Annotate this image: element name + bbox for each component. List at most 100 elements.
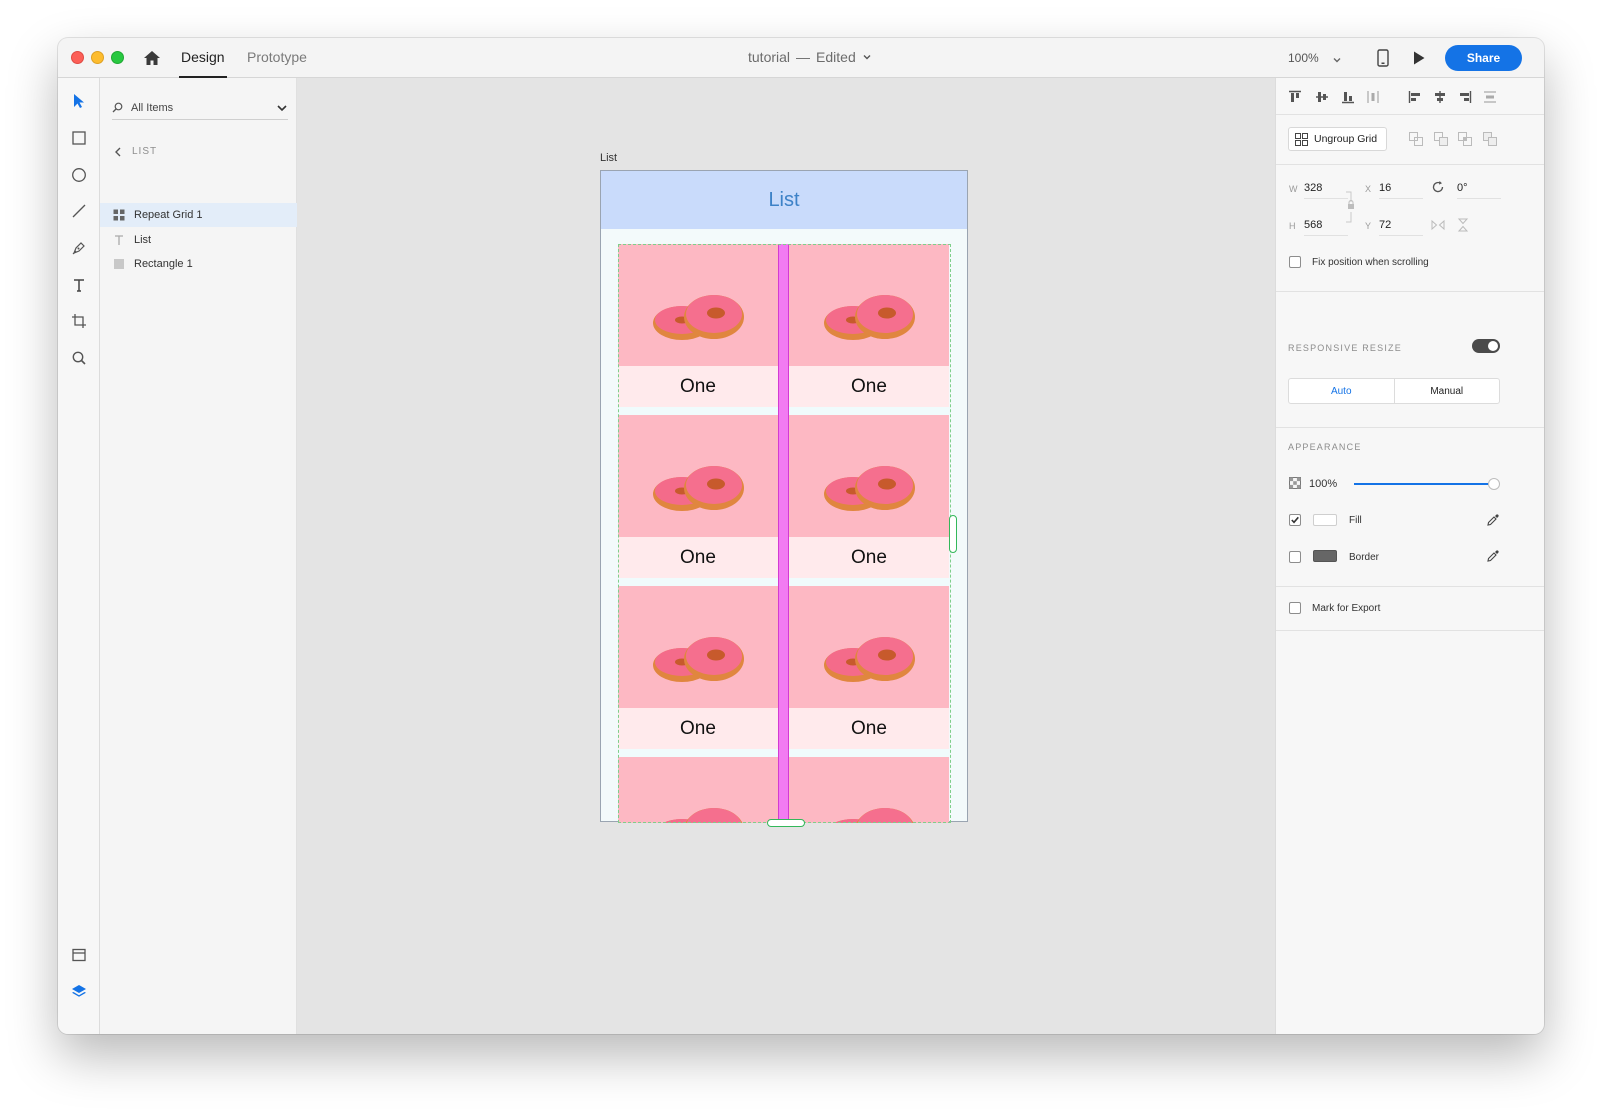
grid-cell[interactable]: One bbox=[618, 586, 778, 749]
align-bottom-icon[interactable] bbox=[1341, 90, 1355, 104]
repeat-grid[interactable]: One One One One One One bbox=[618, 244, 951, 823]
layers-search-field[interactable]: All Items bbox=[112, 96, 288, 120]
divider bbox=[1276, 291, 1544, 292]
align-middle-icon[interactable] bbox=[1315, 90, 1329, 104]
align-right-icon[interactable] bbox=[1458, 90, 1472, 104]
donut-image bbox=[618, 757, 778, 823]
search-icon bbox=[112, 102, 123, 113]
boolean-add-icon[interactable] bbox=[1408, 131, 1424, 147]
document-title[interactable]: tutorial — Edited bbox=[748, 49, 872, 65]
artboard[interactable]: List One One One One One One bbox=[600, 170, 968, 827]
opacity-slider-knob[interactable] bbox=[1488, 478, 1500, 490]
layers-icon[interactable] bbox=[68, 980, 90, 1002]
align-center-icon[interactable] bbox=[1433, 90, 1447, 104]
zoom-window-button[interactable] bbox=[111, 51, 124, 64]
y-label: Y bbox=[1365, 221, 1372, 231]
text-icon bbox=[113, 234, 125, 246]
tab-prototype[interactable]: Prototype bbox=[247, 49, 307, 65]
ungroup-grid-button[interactable]: Ungroup Grid bbox=[1288, 127, 1387, 151]
line-tool-icon[interactable] bbox=[68, 200, 90, 222]
cell-caption: One bbox=[789, 366, 949, 407]
cell-caption: One bbox=[618, 366, 778, 407]
distribute-horizontal-icon[interactable] bbox=[1366, 90, 1380, 104]
align-left-icon[interactable] bbox=[1408, 90, 1422, 104]
column-gap-guide[interactable] bbox=[778, 244, 789, 823]
layer-item-label: Rectangle 1 bbox=[134, 258, 193, 270]
rotation-field[interactable]: 0° bbox=[1457, 182, 1501, 199]
fill-checkbox[interactable] bbox=[1289, 514, 1301, 526]
ellipse-tool-icon[interactable] bbox=[68, 164, 90, 186]
header-title[interactable]: List bbox=[768, 189, 799, 212]
opacity-icon bbox=[1289, 477, 1301, 489]
grid-cell[interactable]: One bbox=[789, 415, 949, 578]
layer-item-list[interactable]: List bbox=[100, 228, 297, 252]
grid-cell[interactable] bbox=[618, 757, 778, 823]
grid-cell[interactable]: One bbox=[789, 244, 949, 407]
donut-image bbox=[789, 244, 949, 366]
chevron-down-icon[interactable] bbox=[276, 102, 288, 114]
fix-position-checkbox[interactable] bbox=[1289, 256, 1301, 268]
y-field[interactable]: 72 bbox=[1379, 219, 1423, 236]
grid-cell[interactable]: One bbox=[618, 244, 778, 407]
device-preview-icon[interactable] bbox=[1377, 49, 1389, 72]
eyedropper-icon[interactable] bbox=[1486, 513, 1500, 527]
border-color-swatch[interactable] bbox=[1313, 550, 1337, 562]
layers-back-button[interactable]: LIST bbox=[114, 146, 157, 157]
divider bbox=[1276, 630, 1544, 631]
donut-image bbox=[618, 244, 778, 366]
artboard-label[interactable]: List bbox=[600, 152, 617, 164]
grid-cell[interactable] bbox=[789, 757, 949, 823]
grid-resize-handle-right[interactable] bbox=[949, 515, 957, 553]
opacity-slider-track[interactable] bbox=[1354, 483, 1494, 485]
opacity-value[interactable]: 100% bbox=[1309, 478, 1337, 490]
boolean-intersect-icon[interactable] bbox=[1457, 131, 1473, 147]
width-label: W bbox=[1289, 184, 1298, 194]
responsive-resize-toggle[interactable] bbox=[1472, 339, 1500, 353]
grid-resize-handle-bottom[interactable] bbox=[767, 819, 805, 827]
grid-cell[interactable]: One bbox=[618, 415, 778, 578]
text-tool-icon[interactable] bbox=[68, 274, 90, 296]
layer-item-rectangle[interactable]: Rectangle 1 bbox=[100, 252, 297, 276]
artboard-tool-icon[interactable] bbox=[68, 310, 90, 332]
eyedropper-icon[interactable] bbox=[1486, 549, 1500, 563]
border-label: Border bbox=[1349, 552, 1380, 563]
artboard-header[interactable]: List bbox=[601, 171, 967, 229]
share-button[interactable]: Share bbox=[1445, 45, 1522, 71]
layer-item-repeat-grid[interactable]: Repeat Grid 1 bbox=[100, 203, 297, 227]
boolean-subtract-icon[interactable] bbox=[1433, 131, 1449, 147]
minimize-window-button[interactable] bbox=[91, 51, 104, 64]
pen-tool-icon[interactable] bbox=[68, 237, 90, 259]
x-label: X bbox=[1365, 184, 1372, 194]
play-icon[interactable] bbox=[1412, 50, 1426, 71]
width-field[interactable]: 328 bbox=[1304, 182, 1348, 199]
resize-manual-button[interactable]: Manual bbox=[1395, 379, 1500, 403]
assets-icon[interactable] bbox=[68, 944, 90, 966]
home-icon[interactable] bbox=[142, 48, 162, 68]
chevron-down-icon[interactable] bbox=[1332, 52, 1342, 70]
rectangle-tool-icon[interactable] bbox=[68, 127, 90, 149]
distribute-vertical-icon[interactable] bbox=[1483, 90, 1497, 104]
resize-auto-button[interactable]: Auto bbox=[1289, 379, 1395, 403]
fill-color-swatch[interactable] bbox=[1313, 514, 1337, 526]
chevron-down-icon bbox=[863, 55, 871, 60]
fix-position-label: Fix position when scrolling bbox=[1312, 257, 1429, 268]
tab-design[interactable]: Design bbox=[179, 49, 227, 78]
design-canvas[interactable]: List List One One One One One One bbox=[298, 78, 1275, 1034]
zoom-tool-icon[interactable] bbox=[68, 347, 90, 369]
flip-vertical-icon[interactable] bbox=[1456, 218, 1470, 232]
divider bbox=[1276, 586, 1544, 587]
title-separator: — bbox=[796, 49, 811, 65]
align-top-icon[interactable] bbox=[1288, 90, 1302, 104]
boolean-exclude-icon[interactable] bbox=[1482, 131, 1498, 147]
mark-for-export-checkbox[interactable] bbox=[1289, 602, 1301, 614]
grid-cell[interactable]: One bbox=[789, 586, 949, 749]
resize-mode-segmented: Auto Manual bbox=[1288, 378, 1500, 404]
flip-horizontal-icon[interactable] bbox=[1431, 218, 1445, 232]
close-window-button[interactable] bbox=[71, 51, 84, 64]
height-field[interactable]: 568 bbox=[1304, 219, 1348, 236]
select-tool-icon[interactable] bbox=[68, 90, 90, 112]
border-checkbox[interactable] bbox=[1289, 551, 1301, 563]
x-field[interactable]: 16 bbox=[1379, 182, 1423, 199]
zoom-level[interactable]: 100% bbox=[1288, 51, 1319, 65]
layer-item-label: Repeat Grid 1 bbox=[134, 209, 203, 221]
